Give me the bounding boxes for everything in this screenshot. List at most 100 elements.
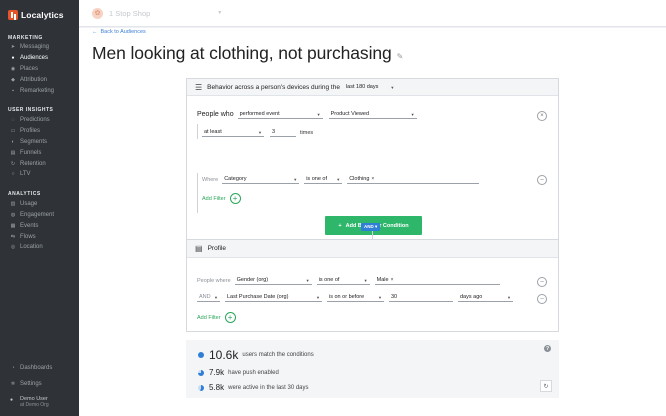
sidebar-item-events[interactable]: ▦ Events (0, 220, 79, 231)
match-row: 10.6k users match the conditions (198, 348, 314, 362)
sidebar-item-places[interactable]: ◉ Places (0, 64, 79, 75)
remove-event-button[interactable]: × (537, 111, 547, 121)
sidebar-item-segments[interactable]: ◐ Segments (0, 137, 79, 148)
timeframe-value: last 180 days (345, 84, 379, 90)
pencil-icon[interactable]: ✎ (397, 52, 404, 61)
push-count: 7.9k (209, 368, 225, 377)
sidebar-item-messaging[interactable]: ➤ Messaging (0, 42, 79, 53)
user-icon: ● (10, 397, 14, 403)
map-pin-icon: ◉ (10, 65, 16, 72)
sidebar-item-attribution[interactable]: ◆ Attribution (0, 74, 79, 85)
add-filter-button[interactable]: Add Filter + (202, 193, 241, 204)
close-icon: × (540, 113, 544, 119)
back-link[interactable]: ← Back to Audiences (92, 29, 146, 35)
active-pie-icon (198, 384, 204, 391)
active-count: 5.8k (209, 383, 225, 392)
push-text: have push enabled (228, 369, 279, 376)
profile-row-2: AND ▼ Last Purchase Date (org) ▼ is on or … (197, 293, 513, 302)
where-row: Where Category ▼ is one of ▼ Clothing × (202, 175, 480, 184)
user-menu[interactable]: ● Demo User at Demo Org (0, 392, 79, 416)
app-selector[interactable]: 1 Stop Shop (109, 9, 150, 18)
app-icon: ✿ (92, 7, 103, 19)
flows-icon: ⇆ (10, 233, 16, 240)
profile-card: ▤ Profile People where Gender (org) ▼ is … (186, 239, 559, 332)
sidebar-item-label: Retention (20, 160, 46, 167)
chevron-down-icon: ▼ (305, 277, 310, 283)
remove-profile-filter-button[interactable]: – (537, 277, 547, 287)
sidebar-item-settings[interactable]: ✲ Settings (0, 376, 79, 392)
user-info: Demo User at Demo Org (20, 396, 49, 408)
remove-chip-icon[interactable]: × (391, 277, 394, 283)
attribute-operator-select[interactable]: is one of ▼ (304, 175, 343, 184)
sidebar-item-funnels[interactable]: ▤ Funnels (0, 147, 79, 158)
sidebar-item-retention[interactable]: ↻ Retention (0, 158, 79, 169)
count-operator-select[interactable]: at least ▼ (202, 128, 264, 137)
and-operator-select[interactable]: AND ▾ (361, 223, 381, 231)
profile-attribute-select[interactable]: Gender (org) ▼ (234, 276, 312, 285)
brand-name: Localytics (21, 10, 64, 20)
add-profile-filter-button[interactable]: Add Filter + (197, 312, 236, 323)
profile-operator-select[interactable]: is on or before ▼ (327, 293, 384, 302)
profile-attribute-value: Last Purchase Date (org) (227, 294, 289, 300)
sidebar-item-ltv[interactable]: ○ LTV (0, 169, 79, 180)
sidebar-item-dashboards[interactable]: ◔ Dashboards (0, 360, 79, 376)
attribute-select[interactable]: Category ▼ (222, 175, 300, 184)
profile-operator-select[interactable]: is one of ▼ (316, 276, 370, 285)
attribute-value-field[interactable]: Clothing × (347, 175, 480, 184)
ltv-icon: ○ (11, 171, 15, 178)
event-name-select[interactable]: Product Viewed ▼ (328, 110, 417, 119)
profile-card-icon: ▤ (195, 244, 203, 253)
event-verb-select[interactable]: performed event ▼ (237, 110, 323, 119)
count-input[interactable]: 3 (270, 128, 296, 137)
remove-chip-icon[interactable]: × (371, 176, 374, 182)
plus-icon: + (338, 222, 342, 229)
main-content: ← Back to Audiences Men looking at cloth… (79, 28, 666, 416)
sidebar-section-title: USER INSIGHTS (8, 107, 54, 114)
location-icon: ◎ (10, 244, 16, 251)
sidebar-item-engagement[interactable]: ◍ Engagement (0, 210, 79, 221)
divider (197, 124, 198, 139)
help-icon[interactable]: ? (544, 345, 551, 352)
profile-value-field[interactable]: Male × (374, 276, 500, 285)
profile-attribute-select[interactable]: Last Purchase Date (org) ▼ (225, 293, 322, 302)
profile-row-1: People where Gender (org) ▼ is one of ▼ Ma… (197, 276, 500, 285)
sidebar-bottom: ◔ Dashboards ✲ Settings ● Demo User at Dem… (0, 360, 79, 416)
event-row: People who performed event ▼ Product View… (197, 110, 417, 119)
list-icon: ☰ (195, 82, 203, 92)
sidebar-item-predictions[interactable]: ◌ Predictions (0, 115, 79, 126)
people-where-label: People where (197, 277, 231, 284)
chevron-down-icon: ▼ (214, 294, 218, 300)
chevron-down-icon[interactable]: ▼ (217, 10, 222, 16)
profile-attribute-value: Gender (org) (236, 277, 269, 283)
brand-logo[interactable]: Localytics (0, 0, 79, 30)
top-bar: ✿ 1 Stop Shop ▼ (79, 0, 666, 27)
lightbulb-icon: ◌ (11, 117, 15, 124)
usage-icon: ▥ (10, 201, 16, 208)
people-who-label: People who (197, 111, 234, 118)
sidebar-item-location[interactable]: ◎ Location (0, 242, 79, 253)
refresh-button[interactable]: ↻ (540, 380, 552, 392)
remove-filter-button[interactable]: – (537, 175, 547, 185)
sidebar-item-audiences[interactable]: ● Audiences (0, 53, 79, 64)
days-input[interactable]: 30 (389, 293, 453, 302)
sidebar-item-label: Predictions (20, 117, 50, 124)
sidebar-item-remarketing[interactable]: ▪ Remarketing (0, 85, 79, 96)
remove-profile-filter-button[interactable]: – (537, 294, 547, 304)
and-or-select[interactable]: AND ▼ (197, 293, 220, 302)
sidebar-item-label: Events (20, 222, 39, 229)
sidebar-item-label: Engagement (20, 211, 55, 218)
sidebar-item-label: Location (20, 244, 43, 251)
refresh-icon: ↻ (543, 383, 549, 390)
match-dot-icon (198, 352, 204, 358)
push-row: 7.9k have push enabled (198, 368, 279, 377)
chevron-down-icon: ▼ (378, 294, 382, 300)
sidebar-item-usage[interactable]: ▥ Usage (0, 199, 79, 210)
chevron-down-icon: ▾ (375, 224, 378, 229)
timeframe-select[interactable]: last 180 days ▼ (344, 83, 396, 92)
time-unit-select[interactable]: days ago ▼ (458, 293, 513, 302)
sidebar-item-profiles[interactable]: ▭ Profiles (0, 126, 79, 137)
sidebar-item-flows[interactable]: ⇆ Flows (0, 231, 79, 242)
plus-icon: + (224, 312, 236, 323)
sidebar-item-label: Messaging (20, 44, 50, 51)
